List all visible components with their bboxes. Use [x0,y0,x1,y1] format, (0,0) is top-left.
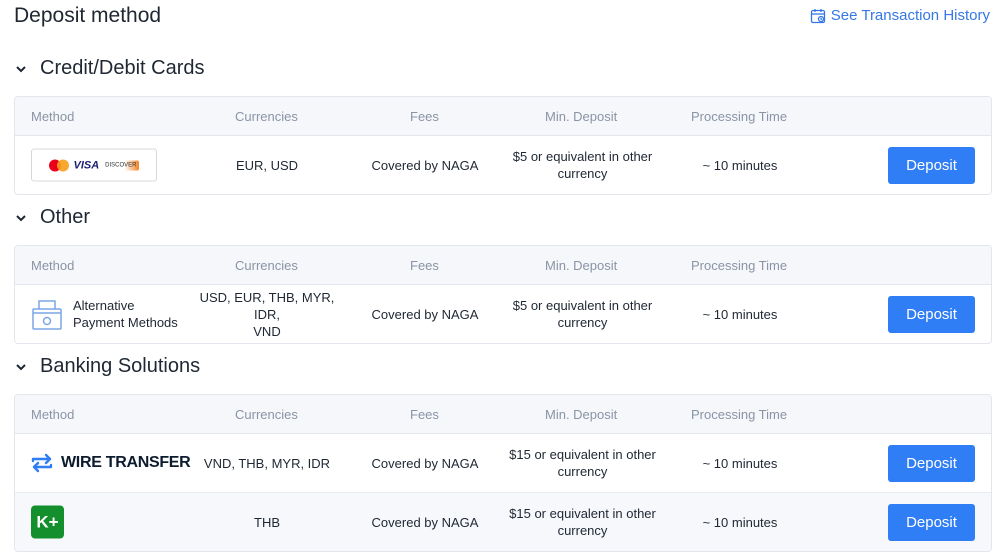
col-fees: Fees [410,407,439,422]
deposit-button-cell: Deposit [888,136,975,194]
section-toggle-banking[interactable]: Banking Solutions [14,355,200,378]
min-deposit-line1: $5 or equivalent in other [512,149,653,164]
processing-time-cell: ~ 10 minutes [702,306,778,322]
deposit-button-cell: Deposit [888,493,975,551]
table-header: Method Currencies Fees Min. Deposit Proc… [15,395,991,434]
table-row: Alternative Payment Methods USD, EUR, THB… [15,285,991,343]
min-deposit-line2: currency [557,166,608,181]
table-header: Method Currencies Fees Min. Deposit Proc… [15,246,991,285]
transfer-arrows-icon [31,453,53,473]
visa-logo: VISA [73,159,100,171]
chevron-down-icon [16,363,26,370]
deposit-button-cell: Deposit [888,434,975,492]
min-deposit-line2: currency [557,315,608,330]
processing-time-cell: ~ 10 minutes [702,455,778,471]
min-deposit-line2: currency [557,464,608,479]
wire-transfer-label: WIRE TRANSFER [61,454,191,471]
currencies-cell: USD, EUR, THB, MYR, IDR, VND [185,285,349,343]
section-toggle-other[interactable]: Other [14,206,90,229]
table-row: VISA DISCOVER EUR, USD Covered by NAGA $… [15,136,991,194]
col-currencies: Currencies [235,109,298,124]
col-method: Method [31,258,75,273]
currencies-cell: EUR, USD [235,157,299,173]
wallet-icon [32,300,62,330]
processing-time-cell: ~ 10 minutes [702,514,778,530]
min-deposit-line1: $15 or equivalent in other [509,506,656,521]
deposit-button-cell: Deposit [888,285,975,343]
banking-table: Method Currencies Fees Min. Deposit Proc… [14,394,992,552]
fees-cell: Covered by NAGA [371,157,479,173]
col-fees: Fees [410,258,439,273]
section-title: Credit/Debit Cards [40,57,205,79]
table-row: K+ THB Covered by NAGA $15 or equivalent… [15,493,991,551]
table-row: WIRE TRANSFER VND, THB, MYR, IDR Covered… [15,434,991,493]
transaction-history-link[interactable]: See Transaction History [810,7,990,24]
section-title: Banking Solutions [40,355,201,377]
col-method: Method [31,109,75,124]
min-deposit-cell: $15 or equivalent in other currency [500,434,665,492]
chevron-down-icon [16,65,26,72]
method-label-line1: Alternative [73,298,135,313]
col-processing-time: Processing Time [691,258,788,273]
min-deposit-cell: $5 or equivalent in other currency [500,285,665,343]
kplus-logo: K+ [31,505,64,539]
page-title: Deposit method [14,4,162,27]
mastercard-icon [49,159,70,171]
calendar-icon [810,8,825,23]
section-toggle-cards[interactable]: Credit/Debit Cards [14,57,205,80]
other-table: Method Currencies Fees Min. Deposit Proc… [14,245,992,344]
method-label-line2: Payment Methods [73,315,178,330]
col-min-deposit: Min. Deposit [545,407,618,422]
fees-cell: Covered by NAGA [371,455,479,471]
table-header: Method Currencies Fees Min. Deposit Proc… [15,97,991,136]
cards-table: Method Currencies Fees Min. Deposit Proc… [14,96,992,195]
deposit-button[interactable]: Deposit [888,503,975,541]
col-min-deposit: Min. Deposit [545,258,618,273]
col-currencies: Currencies [235,407,298,422]
col-fees: Fees [410,109,439,124]
min-deposit-line1: $5 or equivalent in other [512,298,653,313]
processing-time-cell: ~ 10 minutes [702,157,778,173]
col-currencies: Currencies [235,258,298,273]
col-processing-time: Processing Time [691,407,788,422]
fees-cell: Covered by NAGA [371,306,479,322]
min-deposit-cell: $5 or equivalent in other currency [500,136,665,194]
currencies-line1: USD, EUR, THB, MYR, IDR, [199,289,335,322]
currencies-cell: VND, THB, MYR, IDR [203,455,331,471]
deposit-button[interactable]: Deposit [888,444,975,482]
currencies-cell: THB [254,514,280,530]
chevron-down-icon [16,214,26,221]
deposit-button[interactable]: Deposit [888,146,975,184]
col-min-deposit: Min. Deposit [545,109,618,124]
wire-transfer-method: WIRE TRANSFER [31,434,191,492]
col-processing-time: Processing Time [691,109,788,124]
history-link-label: See Transaction History [830,7,990,24]
min-deposit-line2: currency [557,523,608,538]
alternative-payment-method: Alternative Payment Methods [31,285,178,343]
card-brands-logo: VISA DISCOVER [31,148,157,182]
deposit-button[interactable]: Deposit [888,295,975,333]
discover-logo: DISCOVER [103,160,139,170]
col-method: Method [31,407,75,422]
currencies-line2: VND [253,323,281,339]
min-deposit-cell: $15 or equivalent in other currency [500,493,665,551]
section-title: Other [40,206,91,228]
min-deposit-line1: $15 or equivalent in other [509,447,656,462]
fees-cell: Covered by NAGA [371,514,479,530]
